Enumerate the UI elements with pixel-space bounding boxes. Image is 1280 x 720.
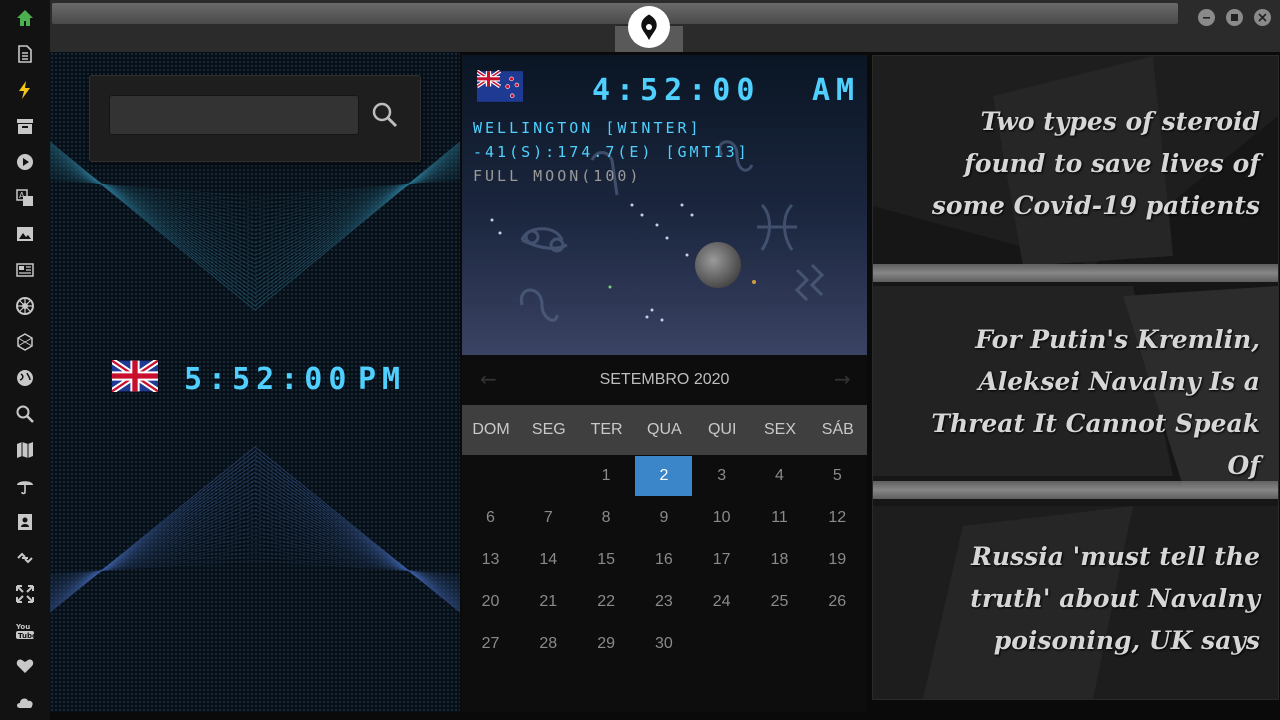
search-input[interactable]: [109, 95, 359, 135]
calendar-day[interactable]: 4: [751, 456, 808, 496]
calendar-title: SETEMBRO 2020: [599, 371, 730, 388]
weekday-label: DOM: [472, 421, 510, 438]
map-icon[interactable]: [13, 438, 37, 462]
archive-icon[interactable]: [13, 114, 37, 138]
search-button[interactable]: [368, 98, 402, 132]
coordinates-label: -41(S):174.7(E) [GMT13]: [473, 143, 750, 161]
lightning-icon[interactable]: [13, 78, 37, 102]
calendar-day[interactable]: 1: [578, 456, 635, 496]
calendar-day[interactable]: 8: [578, 498, 635, 538]
calendar-day[interactable]: 5: [809, 456, 866, 496]
title-bar: [50, 0, 1280, 52]
moon-icon: [695, 242, 741, 288]
calendar-day[interactable]: 10: [693, 498, 750, 538]
news-headline[interactable]: For Putin's Kremlin, Aleksei Navalny Is …: [900, 319, 1260, 487]
calendar-day[interactable]: 29: [578, 624, 635, 664]
calendar-day[interactable]: 12: [809, 498, 866, 538]
weekday-label: TER: [590, 421, 623, 438]
globe-icon[interactable]: [13, 366, 37, 390]
calendar-day[interactable]: 6: [462, 498, 519, 538]
newspaper-icon[interactable]: [13, 258, 37, 282]
calendar-day[interactable]: 27: [462, 624, 519, 664]
translate-icon[interactable]: A: [13, 186, 37, 210]
sidebar: A You Tube: [0, 0, 50, 720]
weekday-label: QUI: [707, 421, 737, 438]
weekday-label: SÁB: [821, 421, 854, 438]
youtube-icon[interactable]: You Tube: [13, 618, 37, 642]
calendar-day[interactable]: 23: [635, 582, 692, 622]
night-sky-widget: 4:52:00 AM WELLINGTON [WINTER] -41(S):17…: [462, 55, 867, 355]
calendar-day[interactable]: 11: [751, 498, 808, 538]
search-icon: [372, 102, 398, 128]
nz-ampm-display: AM: [812, 73, 861, 108]
uk-clock: 5:52:00 PM: [112, 358, 412, 398]
calendar-day[interactable]: 3: [693, 456, 750, 496]
calendar-day[interactable]: 9: [635, 498, 692, 538]
calendar-day[interactable]: 30: [635, 624, 692, 664]
calendar-day[interactable]: 21: [520, 582, 577, 622]
empire-icon[interactable]: [13, 294, 37, 318]
nz-flag-icon: [477, 70, 523, 102]
svg-text:Tube: Tube: [18, 632, 35, 640]
hexagon-icon[interactable]: [13, 330, 37, 354]
play-icon[interactable]: [13, 150, 37, 174]
maximize-button[interactable]: [1226, 9, 1243, 26]
calendar-day[interactable]: 7: [520, 498, 577, 538]
calendar-day[interactable]: 14: [520, 540, 577, 580]
calendar-header: ← SETEMBRO 2020 →: [462, 355, 867, 405]
calendar-day[interactable]: 19: [809, 540, 866, 580]
divider-stripe: [873, 264, 1278, 282]
contacts-icon[interactable]: [13, 510, 37, 534]
cloud-icon[interactable]: [13, 690, 37, 714]
news-headline[interactable]: Two types of steroid found to save lives…: [900, 101, 1260, 227]
rebel-alliance-icon[interactable]: [628, 6, 670, 48]
calendar-day[interactable]: 17: [693, 540, 750, 580]
news-headline[interactable]: Russia 'must tell the truth' about Naval…: [900, 536, 1260, 662]
calendar-day[interactable]: 20: [462, 582, 519, 622]
calendar-day[interactable]: 28: [520, 624, 577, 664]
weekday-header: DOM SEG TER QUA QUI SEX SÁB: [462, 405, 867, 455]
calendar-day[interactable]: 22: [578, 582, 635, 622]
weekday-label: SEG: [531, 421, 566, 438]
search-icon[interactable]: [13, 402, 37, 426]
calendar-day[interactable]: 26: [809, 582, 866, 622]
heart-icon[interactable]: [13, 654, 37, 678]
calendar-day[interactable]: 18: [751, 540, 808, 580]
uk-time-display: 5:52:00: [184, 362, 353, 397]
calendar-day[interactable]: 16: [635, 540, 692, 580]
left-panel: 5:52:00 PM: [50, 52, 460, 712]
search-box: [89, 75, 421, 162]
calendar-day[interactable]: 25: [751, 582, 808, 622]
weekday-label: SEX: [763, 421, 796, 438]
weekday-label: QUA: [647, 421, 682, 438]
address-bar[interactable]: [52, 3, 1178, 24]
home-icon[interactable]: [13, 6, 37, 30]
calendar-day[interactable]: 15: [578, 540, 635, 580]
nz-time-display: 4:52:00: [592, 73, 761, 108]
link-icon[interactable]: [13, 546, 37, 570]
expand-icon[interactable]: [13, 582, 37, 606]
calendar-day-selected[interactable]: 2: [635, 456, 693, 496]
image-icon[interactable]: [13, 222, 37, 246]
close-button[interactable]: [1254, 9, 1271, 26]
middle-panel: 4:52:00 AM WELLINGTON [WINTER] -41(S):17…: [462, 55, 867, 712]
umbrella-icon[interactable]: [13, 474, 37, 498]
uk-ampm-display: PM: [358, 362, 407, 397]
svg-text:You: You: [15, 623, 30, 631]
calendar-day[interactable]: 24: [693, 582, 750, 622]
uk-flag-icon: [112, 360, 158, 392]
city-season-label: WELLINGTON [WINTER]: [473, 119, 702, 137]
moon-phase-label: FULL MOON(100): [473, 167, 642, 185]
next-month-icon[interactable]: →: [834, 367, 851, 391]
calendar-day[interactable]: 13: [462, 540, 519, 580]
document-icon[interactable]: [13, 42, 37, 66]
minimize-button[interactable]: [1198, 9, 1215, 26]
news-panel: Two types of steroid found to save lives…: [872, 55, 1279, 700]
